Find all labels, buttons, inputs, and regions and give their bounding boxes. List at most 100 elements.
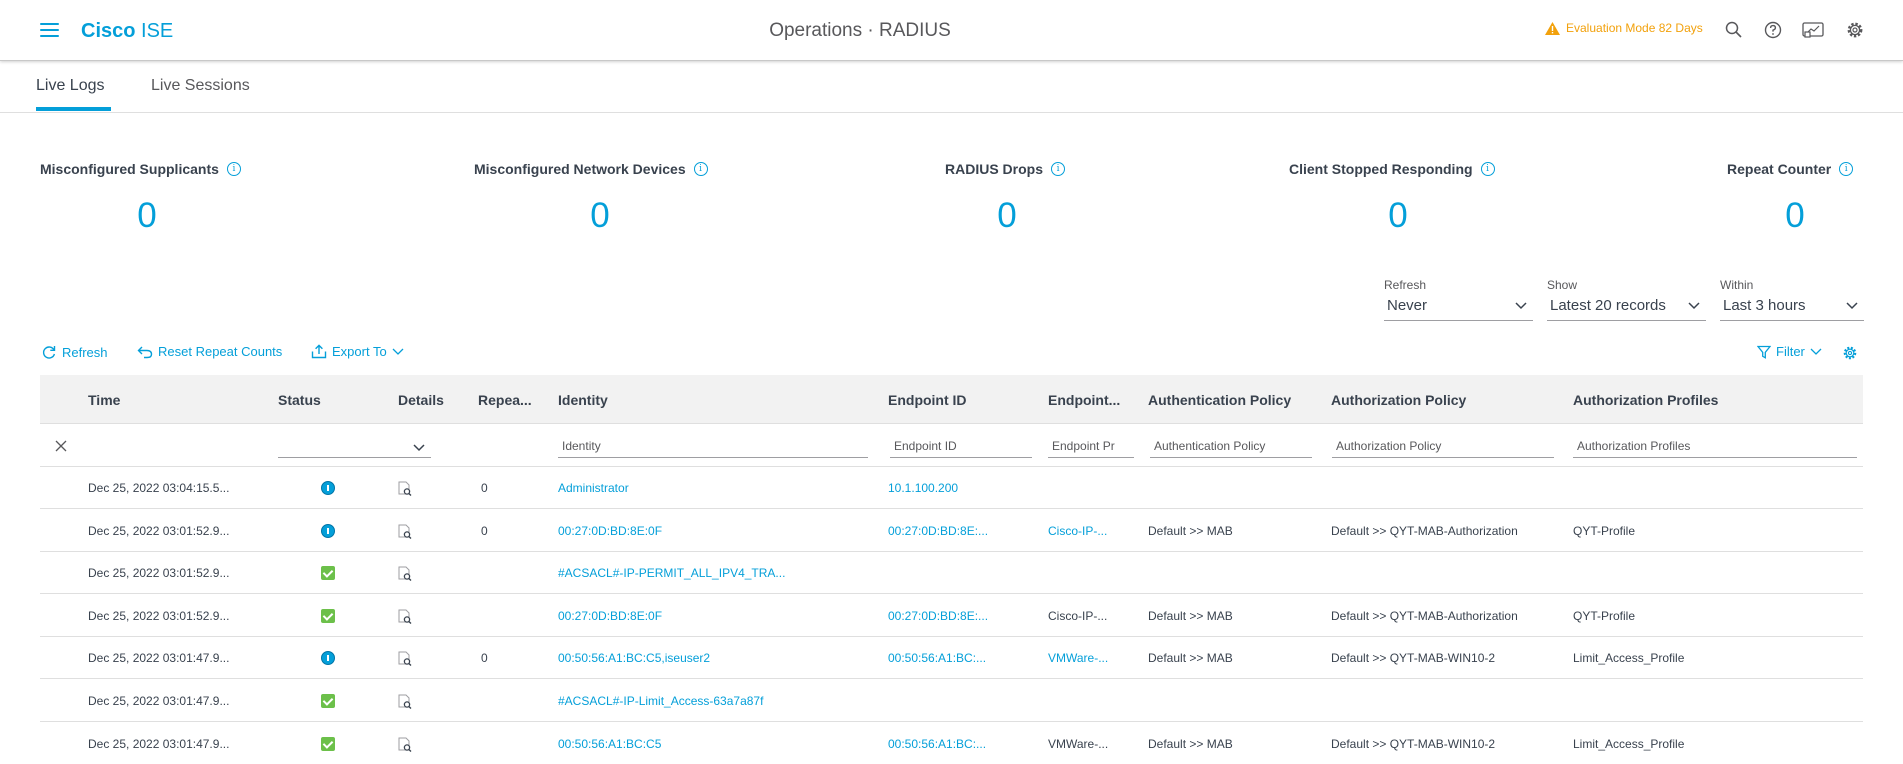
- clear-filters-icon[interactable]: [55, 440, 67, 452]
- counter-repeat-counter-label: Repeat Counter i: [1727, 161, 1854, 177]
- authorization-policy-filter-input[interactable]: [1332, 435, 1554, 458]
- table-settings-icon[interactable]: [1842, 345, 1858, 361]
- cell-endpoint-id-link[interactable]: 00:27:0D:BD:8E:...: [888, 609, 988, 623]
- column-status[interactable]: Status: [278, 392, 321, 408]
- endpoint-id-filter-input[interactable]: [890, 435, 1032, 458]
- table-row[interactable]: Dec 25, 2022 03:04:15.5... 0 Administrator…: [40, 467, 1863, 509]
- search-icon[interactable]: [1724, 20, 1744, 40]
- info-icon[interactable]: i: [1480, 162, 1495, 176]
- counter-radius-drops-label: RADIUS Drops i: [945, 161, 1066, 177]
- cell-endpoint-id-link[interactable]: 10.1.100.200: [888, 481, 958, 495]
- cell-endpoint-profile[interactable]: VMWare-...: [1048, 651, 1108, 665]
- cell-authorization-profile: Limit_Access_Profile: [1573, 736, 1685, 751]
- cell-repeat: 0: [481, 523, 488, 538]
- help-icon[interactable]: [1763, 20, 1783, 40]
- table-row[interactable]: Dec 25, 2022 03:01:47.9... 0 00:50:56:A1:B…: [40, 637, 1863, 680]
- table-header: Time Status Details Repea... Identity En…: [40, 375, 1863, 424]
- cell-identity-link[interactable]: Administrator: [558, 481, 629, 495]
- column-details[interactable]: Details: [398, 392, 444, 408]
- show-select-label: Show: [1547, 278, 1578, 292]
- column-authentication-policy[interactable]: Authentication Policy: [1148, 392, 1291, 408]
- cell-endpoint-id-link[interactable]: 00:50:56:A1:BC:...: [888, 737, 986, 751]
- table-row[interactable]: Dec 25, 2022 03:01:52.9... 0 00:27:0D:BD:8…: [40, 510, 1863, 552]
- counter-repeat-counter-value[interactable]: 0: [1765, 196, 1825, 236]
- filter-menu[interactable]: Filter: [1757, 344, 1822, 359]
- warning-icon: [1545, 21, 1560, 35]
- cell-identity-link[interactable]: 00:27:0D:BD:8E:0F: [558, 609, 662, 623]
- column-authorization-profiles[interactable]: Authorization Profiles: [1573, 392, 1718, 408]
- info-status-icon: [321, 523, 335, 538]
- column-authorization-policy[interactable]: Authorization Policy: [1331, 392, 1466, 408]
- info-icon[interactable]: i: [1839, 162, 1854, 176]
- cell-time: Dec 25, 2022 03:04:15.5...: [88, 481, 230, 495]
- cell-endpoint-profile[interactable]: Cisco-IP-...: [1048, 524, 1107, 538]
- authorization-profiles-filter-input[interactable]: [1573, 435, 1857, 458]
- export-to-menu[interactable]: Export To: [311, 344, 404, 359]
- cell-identity-link[interactable]: 00:27:0D:BD:8E:0F: [558, 524, 662, 538]
- cell-identity-link[interactable]: #ACSACL#-IP-Limit_Access-63a7a87f: [558, 694, 763, 708]
- info-icon[interactable]: i: [693, 162, 708, 176]
- counter-radius-drops-value[interactable]: 0: [977, 196, 1037, 236]
- counter-misconfigured-supplicants-label: Misconfigured Supplicants i: [40, 161, 241, 177]
- details-icon[interactable]: [398, 524, 412, 539]
- refresh-select-label: Refresh: [1384, 278, 1427, 292]
- tab-live-sessions[interactable]: Live Sessions: [151, 77, 250, 95]
- cell-authorization-profile: QYT-Profile: [1573, 523, 1636, 538]
- cell-endpoint-id-link[interactable]: 00:50:56:A1:BC:...: [888, 651, 986, 665]
- cell-time: Dec 25, 2022 03:01:47.9...: [88, 694, 230, 708]
- cell-endpoint-id-link[interactable]: 00:27:0D:BD:8E:...: [888, 524, 988, 538]
- details-icon[interactable]: [398, 737, 412, 752]
- table-row[interactable]: Dec 25, 2022 03:01:52.9... 00:27:0D:BD:8E…: [40, 595, 1863, 637]
- settings-icon[interactable]: [1845, 20, 1865, 40]
- cell-time: Dec 25, 2022 03:01:52.9...: [88, 608, 230, 623]
- info-icon[interactable]: i: [226, 162, 241, 176]
- filter-label: Filter: [1776, 344, 1805, 359]
- table-row[interactable]: Dec 25, 2022 03:01:47.9... 00:50:56:A1:BC…: [40, 723, 1863, 764]
- export-to-label: Export To: [332, 344, 387, 359]
- details-icon[interactable]: [398, 694, 412, 709]
- cell-repeat: 0: [481, 651, 488, 666]
- cell-identity-link[interactable]: #ACSACL#-IP-PERMIT_ALL_IPV4_TRA...: [558, 566, 785, 580]
- refresh-select[interactable]: Refresh Never: [1384, 278, 1533, 321]
- within-select[interactable]: Within Last 3 hours: [1720, 278, 1864, 321]
- column-repeat[interactable]: Repea...: [478, 392, 532, 408]
- endpoint-profile-filter-input[interactable]: [1048, 435, 1134, 458]
- reset-repeat-counts-button[interactable]: Reset Repeat Counts: [137, 344, 282, 359]
- table-row[interactable]: Dec 25, 2022 03:01:52.9... #ACSACL#-IP-PE…: [40, 552, 1863, 595]
- cell-authorization-policy: Default >> QYT-MAB-WIN10-2: [1331, 736, 1496, 751]
- cell-authorization-policy: Default >> QYT-MAB-Authorization: [1331, 608, 1518, 623]
- refresh-icon: [42, 346, 56, 359]
- filter-row: [40, 424, 1863, 467]
- chevron-down-icon: [1515, 302, 1527, 310]
- column-endpoint-profile[interactable]: Endpoint...: [1048, 392, 1120, 408]
- table-row[interactable]: Dec 25, 2022 03:01:47.9... #ACSACL#-IP-Li…: [40, 680, 1863, 722]
- cell-identity-link[interactable]: 00:50:56:A1:BC:C5,iseuser2: [558, 651, 710, 665]
- tab-live-logs[interactable]: Live Logs: [36, 77, 105, 95]
- filter-icon: [1757, 345, 1771, 359]
- show-select[interactable]: Show Latest 20 records: [1547, 278, 1706, 321]
- info-icon[interactable]: i: [1051, 162, 1066, 176]
- evaluation-mode-banner[interactable]: Evaluation Mode 82 Days: [1545, 21, 1703, 35]
- within-select-value: Last 3 hours: [1723, 297, 1806, 314]
- refresh-select-value: Never: [1387, 297, 1428, 314]
- page-title: Operations · RADIUS: [769, 20, 951, 41]
- cell-time: Dec 25, 2022 03:01:47.9...: [88, 736, 230, 751]
- column-time[interactable]: Time: [88, 392, 120, 408]
- success-status-icon: [321, 608, 335, 623]
- authentication-policy-filter-input[interactable]: [1150, 435, 1312, 458]
- counter-misconfigured-supplicants-value[interactable]: 0: [117, 196, 177, 236]
- details-icon[interactable]: [398, 566, 412, 582]
- identity-filter-input[interactable]: [558, 435, 868, 458]
- details-icon[interactable]: [398, 651, 412, 667]
- evaluation-mode-text: Evaluation Mode 82 Days: [1566, 21, 1703, 35]
- counter-client-stopped-responding-value[interactable]: 0: [1368, 196, 1428, 236]
- details-icon[interactable]: [398, 481, 412, 496]
- counter-misconfigured-network-devices-value[interactable]: 0: [570, 196, 630, 236]
- cell-identity-link[interactable]: 00:50:56:A1:BC:C5: [558, 737, 661, 751]
- status-filter-select[interactable]: [278, 435, 431, 458]
- details-icon[interactable]: [398, 609, 412, 624]
- column-endpoint-id[interactable]: Endpoint ID: [888, 392, 967, 408]
- refresh-button[interactable]: Refresh: [41, 344, 108, 360]
- column-identity[interactable]: Identity: [558, 392, 608, 408]
- dashboard-icon[interactable]: [1802, 20, 1824, 40]
